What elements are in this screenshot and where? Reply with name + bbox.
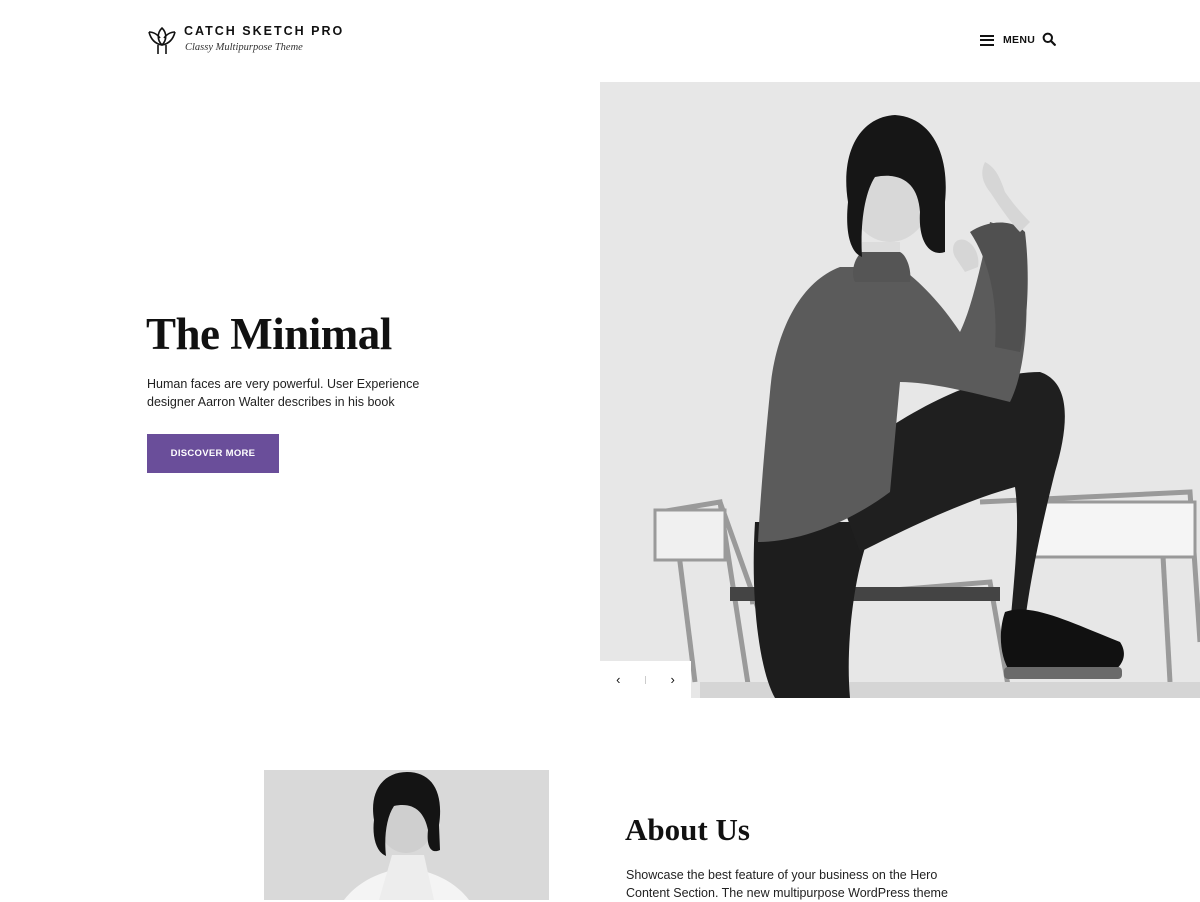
menu-label: MENU xyxy=(1003,34,1036,46)
site-tagline: Classy Multipurpose Theme xyxy=(185,42,303,53)
slider-divider xyxy=(644,675,646,684)
hero-description: Human faces are very powerful. User Expe… xyxy=(147,377,420,409)
hero-title: The Minimal xyxy=(146,309,392,359)
previous-slide-button[interactable]: ‹ xyxy=(608,672,628,687)
hamburger-icon xyxy=(980,34,994,46)
discover-more-button[interactable]: DISCOVER MORE xyxy=(147,434,279,473)
about-image xyxy=(264,770,549,900)
lotus-logo-icon[interactable] xyxy=(146,24,178,56)
site-title[interactable]: CATCH SKETCH PRO xyxy=(184,24,344,38)
about-title: About Us xyxy=(625,812,750,847)
menu-toggle-button[interactable]: MENU xyxy=(980,32,1035,48)
about-text: Showcase the best feature of your busine… xyxy=(626,868,948,900)
next-slide-button[interactable]: › xyxy=(663,672,683,687)
hero-image xyxy=(600,82,1200,698)
slider-navigation: ‹ › xyxy=(600,661,691,698)
site-header: CATCH SKETCH PRO Classy Multipurpose The… xyxy=(0,0,1200,82)
search-icon[interactable] xyxy=(1042,32,1056,46)
